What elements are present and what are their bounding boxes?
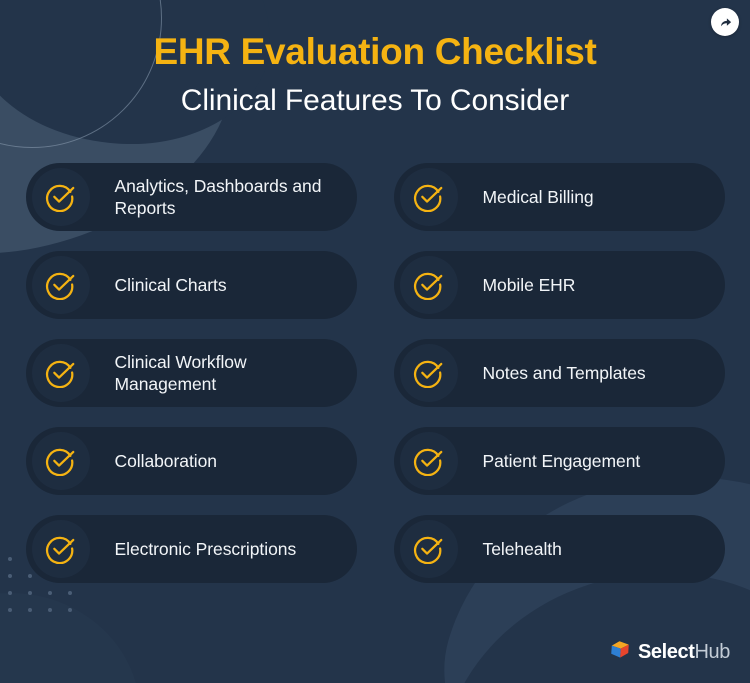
checklist-item-label: Patient Engagement bbox=[482, 450, 641, 471]
checklist-item[interactable]: Collaboration bbox=[25, 426, 357, 495]
page-header: EHR Evaluation Checklist Clinical Featur… bbox=[0, 0, 750, 119]
logo-text-select: Select bbox=[637, 640, 695, 663]
checklist-item-label: Electronic Prescriptions bbox=[114, 538, 297, 559]
check-circle-icon bbox=[31, 519, 90, 578]
checklist-item[interactable]: Telehealth bbox=[393, 514, 725, 583]
check-circle-icon bbox=[399, 431, 458, 490]
checklist-item-label: Analytics, Dashboards and Reports bbox=[114, 175, 322, 218]
check-circle-icon bbox=[399, 519, 458, 578]
checklist-grid: Analytics, Dashboards and Reports Medica… bbox=[25, 162, 725, 583]
page-title: EHR Evaluation Checklist bbox=[153, 31, 597, 72]
infographic-page: EHR Evaluation Checklist Clinical Featur… bbox=[0, 0, 750, 683]
checklist-item-label: Clinical Workflow Management bbox=[114, 351, 247, 394]
check-circle-icon bbox=[399, 167, 458, 226]
checklist-item-label: Medical Billing bbox=[482, 186, 594, 207]
checklist-item-label: Collaboration bbox=[114, 450, 218, 471]
check-circle-icon bbox=[399, 343, 458, 402]
share-button[interactable] bbox=[711, 8, 739, 36]
check-circle-icon bbox=[31, 431, 90, 490]
checklist-item[interactable]: Medical Billing bbox=[393, 162, 725, 231]
checklist-item-label: Telehealth bbox=[482, 538, 562, 559]
selecthub-cube-logo-icon bbox=[609, 639, 631, 665]
share-icon bbox=[718, 15, 733, 30]
checklist-item[interactable]: Electronic Prescriptions bbox=[25, 514, 357, 583]
checklist-item[interactable]: Mobile EHR bbox=[393, 250, 725, 319]
check-circle-icon bbox=[31, 167, 90, 226]
checklist-item[interactable]: Notes and Templates bbox=[393, 338, 725, 407]
selecthub-logo[interactable]: SelectHub bbox=[609, 639, 730, 665]
checklist-item[interactable]: Clinical Charts bbox=[25, 250, 357, 319]
check-circle-icon bbox=[31, 255, 90, 314]
checklist-item[interactable]: Analytics, Dashboards and Reports bbox=[25, 162, 357, 231]
checklist-item[interactable]: Patient Engagement bbox=[393, 426, 725, 495]
selecthub-wordmark: SelectHub bbox=[638, 641, 730, 664]
checklist-item-label: Notes and Templates bbox=[482, 362, 646, 383]
checklist-item-label: Mobile EHR bbox=[482, 274, 576, 295]
checklist-item[interactable]: Clinical Workflow Management bbox=[25, 338, 357, 407]
check-circle-icon bbox=[399, 255, 458, 314]
check-circle-icon bbox=[31, 343, 90, 402]
checklist-item-label: Clinical Charts bbox=[114, 274, 227, 295]
page-subtitle: Clinical Features To Consider bbox=[180, 83, 570, 117]
logo-text-hub: Hub bbox=[694, 640, 731, 663]
